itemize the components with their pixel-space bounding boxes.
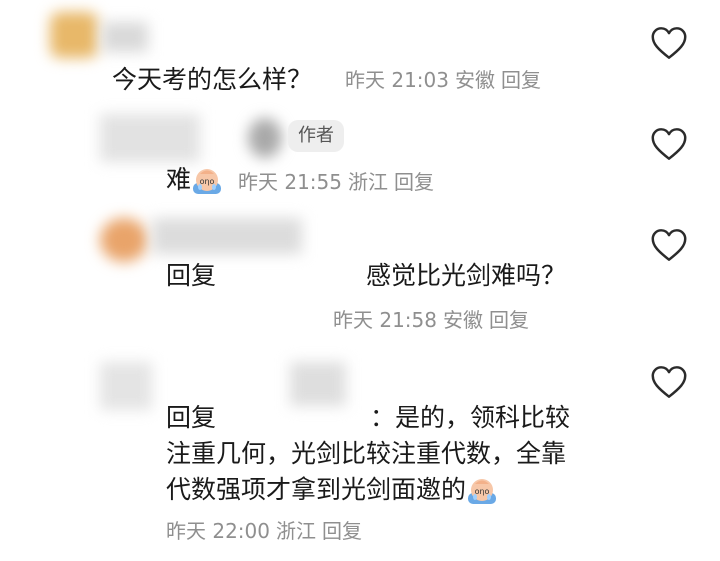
comment-text-line-3: 代数强项才拿到光剑面邀的 oηo (166, 472, 626, 508)
comment-location: 安徽 (455, 68, 495, 92)
mentioned-user-blurred[interactable] (216, 262, 366, 292)
mentioned-user-blurred[interactable] (216, 404, 370, 434)
comment-line: 回复 感觉比光剑难吗？ (166, 258, 566, 294)
avatar[interactable] (100, 218, 148, 262)
avatar[interactable] (100, 362, 152, 410)
comment-text: 代数强项才拿到光剑面邀的 (166, 475, 467, 504)
reply-link[interactable]: 回复 (489, 308, 529, 332)
comment-text: ：是的，领科比较 (370, 403, 571, 432)
comment-location: 浙江 (276, 519, 316, 543)
comment-time: 昨天 21:58 (333, 308, 437, 332)
comment-text-line-1: 回复 ：是的，领科比较 (166, 400, 626, 436)
comment-time: 昨天 21:55 (238, 170, 342, 194)
comment-body: 回复 ：是的，领科比较 注重几何，光剑比较注重代数，全靠 代数强项才拿到光剑面邀的… (166, 400, 626, 508)
username-blurred[interactable] (152, 218, 302, 254)
reply-prefix: 回复 (166, 403, 217, 432)
svg-text:oηo: oηo (200, 177, 215, 186)
reply-link[interactable]: 回复 (322, 519, 362, 543)
comment-text: 感觉比光剑难吗？ (366, 261, 567, 290)
reply-link[interactable]: 回复 (394, 170, 434, 194)
comment-meta: 昨天 22:00 浙江 回复 (166, 518, 368, 544)
comment-text: 今天考的怎么样？ (112, 65, 313, 94)
username-blurred[interactable] (102, 22, 148, 52)
comment-meta: 昨天 21:55 浙江 回复 (238, 169, 440, 195)
like-heart-icon[interactable] (650, 127, 688, 161)
comment-line: 难 oηo (166, 162, 223, 198)
comment-time: 昨天 22:00 (166, 519, 270, 543)
avatar[interactable] (50, 12, 98, 58)
comment-location: 安徽 (443, 308, 483, 332)
comment-location: 浙江 (348, 170, 388, 194)
like-heart-icon[interactable] (650, 365, 688, 399)
svg-text:oηo: oηo (475, 487, 490, 496)
avatar[interactable] (100, 114, 200, 162)
comment-text-line-2: 注重几何，光剑比较注重代数，全靠 (166, 439, 567, 468)
reply-prefix: 回复 (166, 261, 217, 290)
comment-text: 难 (166, 165, 192, 194)
crying-emoji-icon: oηo (191, 165, 223, 197)
reply-link[interactable]: 回复 (501, 68, 541, 92)
comment-time: 昨天 21:03 (345, 68, 449, 92)
crying-emoji-icon: oηo (466, 475, 498, 507)
like-heart-icon[interactable] (650, 26, 688, 60)
author-badge: 作者 (288, 120, 344, 152)
comment-meta: 昨天 21:03 安徽 回复 (345, 67, 547, 93)
username-blurred[interactable] (248, 118, 282, 158)
comment-meta: 昨天 21:58 安徽 回复 (333, 307, 535, 333)
like-heart-icon[interactable] (650, 228, 688, 262)
